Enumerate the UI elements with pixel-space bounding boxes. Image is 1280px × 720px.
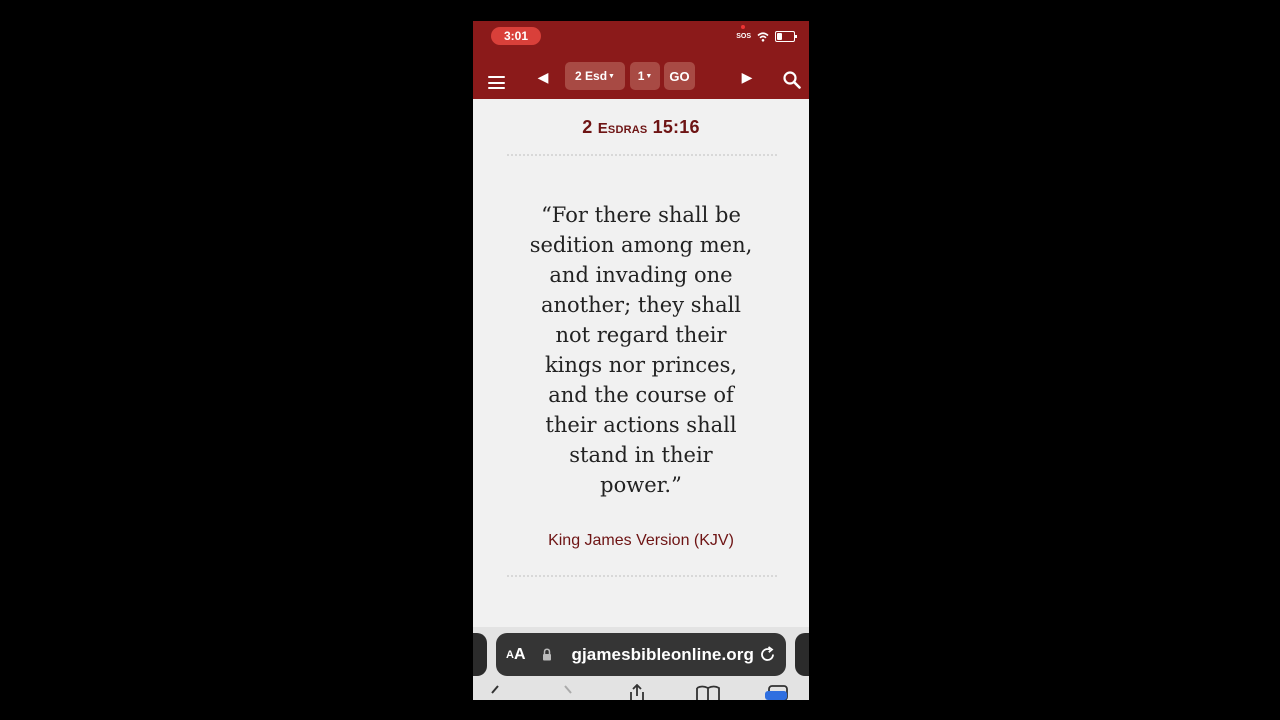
book-select-value: 2 Esd (575, 69, 608, 83)
hamburger-menu-icon[interactable] (488, 76, 505, 89)
page-settings-button[interactable]: AA (506, 633, 526, 676)
search-icon[interactable] (783, 71, 801, 89)
forward-icon[interactable] (562, 684, 574, 700)
tabs-icon[interactable] (763, 684, 791, 700)
dotted-divider (507, 575, 777, 577)
verse-content: 2 Esdras 15:16 “For there shall be sedit… (473, 99, 809, 629)
recording-indicator (741, 25, 745, 29)
battery-icon (775, 31, 797, 42)
verse-text: “For there shall be sedition among men, … (529, 203, 753, 497)
book-select[interactable]: 2 Esd ▼ (565, 62, 625, 90)
back-icon[interactable] (489, 684, 501, 700)
verse-reference: 2 Esdras 15:16 (473, 117, 809, 138)
aa-small-label: A (506, 648, 514, 661)
previous-tab-preview[interactable] (473, 633, 487, 676)
phone-screen: 3:01 SOS ◀ 2 Esd ▼ 1 ▼ GO ▶ 2 Esdras 15:… (473, 21, 809, 700)
version-label[interactable]: King James Version (KJV) (473, 532, 809, 550)
aa-large-label: A (513, 645, 526, 663)
status-time: 3:01 (491, 27, 541, 45)
reload-icon[interactable] (759, 646, 776, 663)
browser-bottom-bar: AA gjamesbibleonline.org (473, 627, 809, 700)
share-icon[interactable] (627, 684, 647, 700)
top-nav-bar: 3:01 SOS ◀ 2 Esd ▼ 1 ▼ GO ▶ (473, 21, 809, 99)
previous-chapter-button[interactable]: ◀ (535, 68, 551, 86)
address-bar[interactable]: AA gjamesbibleonline.org (496, 633, 786, 676)
dotted-divider (507, 154, 777, 156)
go-button[interactable]: GO (664, 62, 695, 90)
verse-reference-number: 2 (582, 117, 598, 137)
lock-icon (543, 648, 551, 661)
chapter-select-value: 1 (637, 69, 645, 83)
url-text[interactable]: gjamesbibleonline.org (558, 633, 754, 676)
next-chapter-button[interactable]: ▶ (739, 68, 755, 86)
bookmarks-icon[interactable] (695, 684, 721, 700)
verse-reference-book: Esdras (597, 120, 648, 137)
wifi-icon (757, 31, 769, 42)
dropdown-caret-icon: ▼ (608, 72, 615, 80)
chapter-select[interactable]: 1 ▼ (630, 62, 660, 90)
dropdown-caret-icon: ▼ (645, 72, 653, 80)
sos-label: SOS (736, 33, 751, 40)
browser-toolbar (473, 684, 809, 700)
next-tab-preview[interactable] (795, 633, 809, 676)
status-icons: SOS (736, 31, 797, 42)
verse-reference-chapter-verse: 15:16 (647, 117, 700, 137)
